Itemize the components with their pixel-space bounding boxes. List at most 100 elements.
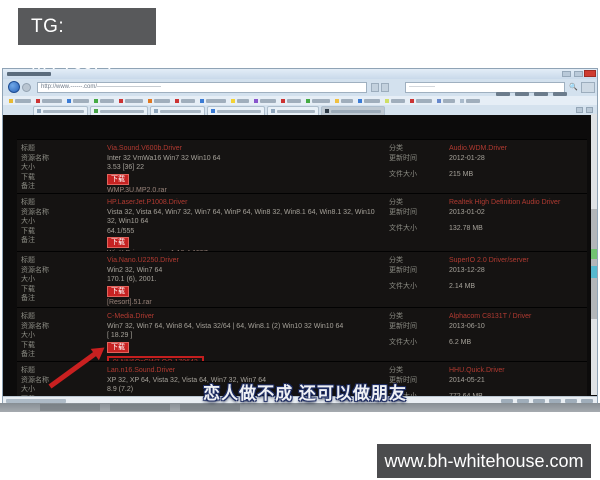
update-date: 2013-12-28 (449, 266, 587, 276)
bookmarks-bar (3, 96, 597, 105)
bookmark-item[interactable] (281, 99, 301, 103)
bookmark-item[interactable] (231, 99, 249, 103)
browser-tab[interactable] (321, 106, 385, 115)
row-meta-labels: 分类 更新时间 文件大小 (389, 312, 449, 361)
category-link[interactable]: SuperIO 2.0 Driver/server (449, 256, 587, 266)
category-link[interactable]: Alphacom C8131T / Driver (449, 312, 587, 322)
resource-title-link[interactable]: Via.Sound.V600b.Driver (107, 144, 381, 154)
scrollbar-marker-green (591, 249, 597, 259)
update-date: 2014-05-21 (449, 376, 587, 386)
download-button[interactable]: 下载 (107, 174, 129, 185)
bookmark-item[interactable] (358, 99, 380, 103)
download-button[interactable]: 下载 (107, 342, 129, 353)
label-title: 标题 (21, 198, 107, 208)
stop-icon[interactable] (381, 83, 389, 92)
taskbar-button[interactable] (110, 404, 170, 411)
bookmark-item[interactable] (385, 99, 405, 103)
refresh-icon[interactable] (371, 83, 379, 92)
bookmark-item[interactable] (119, 99, 143, 103)
label-title: 标题 (21, 312, 107, 322)
label-note: 备注 (21, 236, 107, 246)
tab-bar-tools[interactable] (576, 107, 593, 113)
browser-tab[interactable] (150, 106, 205, 115)
search-go-button[interactable] (581, 82, 595, 93)
maximize-button[interactable] (574, 71, 583, 77)
browser-tab[interactable] (33, 106, 88, 115)
website-watermark: www.bh-whitehouse.com (377, 444, 591, 478)
label-title: 标题 (21, 144, 107, 154)
bookmark-item[interactable] (254, 99, 276, 103)
update-date: 2013-06-10 (449, 322, 587, 332)
bookmark-item[interactable] (36, 99, 62, 103)
bookmark-item[interactable] (437, 99, 455, 103)
new-tab-icon[interactable] (576, 107, 583, 113)
row-field-labels: 标题 资源名称 大小 下载 备注 (21, 198, 107, 251)
label-category: 分类 (389, 198, 449, 208)
label-size: 大小 (21, 163, 107, 173)
bookmark-item[interactable] (94, 99, 114, 103)
row-meta-labels: 分类 更新时间 文件大小 (389, 256, 449, 307)
bookmark-favicon (437, 99, 441, 103)
resource-title-link[interactable]: C-Media.Driver (107, 312, 381, 322)
bookmark-favicon (410, 99, 414, 103)
bookmark-label (364, 99, 380, 103)
resource-title-link[interactable]: HP.LaserJet.P1008.Driver (107, 198, 381, 208)
minimize-button[interactable] (562, 71, 571, 77)
taskbar-button[interactable] (180, 404, 240, 411)
address-input[interactable]: http://www.------.com/------------------… (37, 82, 367, 93)
bookmark-favicon (385, 99, 389, 103)
back-button[interactable] (8, 81, 20, 93)
bookmark-item[interactable] (460, 99, 480, 103)
window-controls[interactable] (562, 71, 583, 77)
bookmark-item[interactable] (335, 99, 353, 103)
download-button[interactable]: 下载 (107, 237, 129, 248)
tab-favicon (37, 109, 41, 113)
bookmark-item[interactable] (200, 99, 226, 103)
row-main: Via.Sound.V600b.Driver Inter 32 VmWa16 W… (107, 144, 389, 193)
bookmark-item[interactable] (410, 99, 432, 103)
resource-title-link[interactable]: Via.Nano.U2250.Driver (107, 256, 381, 266)
os-taskbar[interactable] (0, 403, 600, 412)
bookmark-item[interactable] (9, 99, 31, 103)
taskbar-button[interactable] (40, 404, 100, 411)
bookmark-label (100, 99, 114, 103)
label-size: 大小 (21, 385, 107, 395)
bookmark-label (260, 99, 276, 103)
row-meta-values: HHU.Quick.Driver 2014-05-21 772.64 MB (449, 366, 587, 396)
label-update-time: 更新时间 (389, 154, 449, 164)
tab-favicon (271, 109, 275, 113)
search-icon[interactable]: 🔍 (569, 83, 578, 91)
bookmark-favicon (460, 99, 464, 103)
category-link[interactable]: Realtek High Definition Audio Driver (449, 198, 587, 208)
tab-label (217, 110, 261, 113)
bookmark-label (237, 99, 249, 103)
browser-tab[interactable] (207, 106, 265, 115)
bookmark-item[interactable] (306, 99, 330, 103)
bookmark-item[interactable] (67, 99, 89, 103)
browser-tab[interactable] (267, 106, 319, 115)
close-button[interactable] (584, 70, 596, 77)
bookmark-label (125, 99, 143, 103)
bookmark-label (206, 99, 226, 103)
label-update-time: 更新时间 (389, 322, 449, 332)
scrollbar-thumb[interactable] (591, 209, 597, 319)
row-main: C-Media.Driver Win7 32, Win7 64, Win8 64… (107, 312, 389, 361)
row-main: HP.LaserJet.P1008.Driver Vista 32, Vista… (107, 198, 389, 251)
label-download: 下载 (21, 173, 107, 183)
vertical-scrollbar[interactable] (591, 114, 597, 395)
forward-button[interactable] (22, 83, 31, 92)
resource-title-link[interactable]: Lan.n16.Sound.Driver (107, 366, 381, 376)
browser-tab[interactable] (90, 106, 148, 115)
category-link[interactable]: Audio.WDM.Driver (449, 144, 587, 154)
tab-list-icon[interactable] (586, 107, 593, 113)
bookmark-item[interactable] (148, 99, 170, 103)
file-size-value: 6.2 MB (449, 338, 587, 348)
bookmark-favicon (200, 99, 204, 103)
label-file-size: 文件大小 (389, 338, 449, 348)
bookmark-item[interactable] (175, 99, 195, 103)
download-button[interactable]: 下载 (107, 286, 129, 297)
category-link[interactable]: HHU.Quick.Driver (449, 366, 587, 376)
address-buttons[interactable] (371, 83, 389, 92)
bookmark-label (391, 99, 405, 103)
label-size: 大小 (21, 217, 107, 227)
